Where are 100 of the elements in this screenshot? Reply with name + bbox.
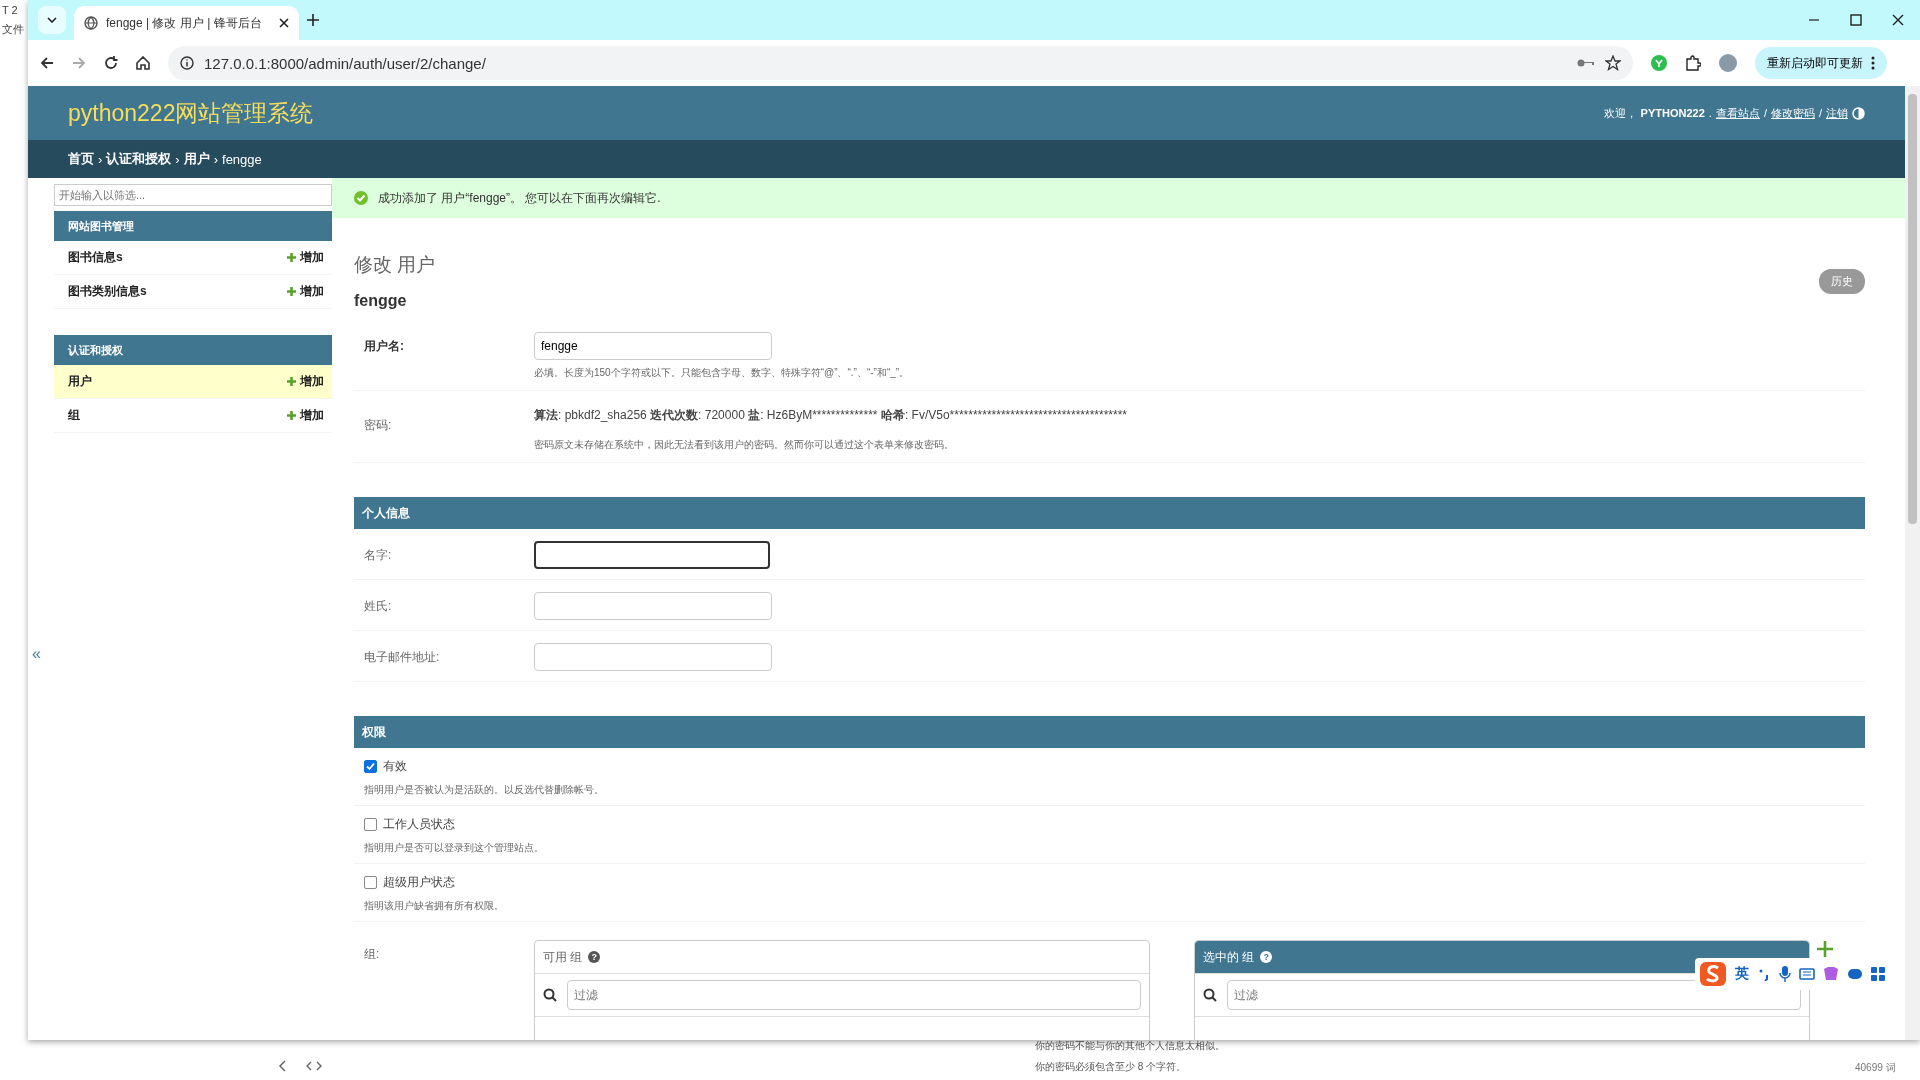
- help-icon[interactable]: ?: [1260, 951, 1273, 963]
- model-link[interactable]: 组: [68, 407, 80, 424]
- new-tab-icon[interactable]: [307, 14, 319, 26]
- field-label: 电子邮件地址:: [364, 649, 441, 666]
- back-icon[interactable]: [40, 56, 54, 70]
- panel-title: 可用 组: [543, 948, 583, 966]
- model-link[interactable]: 图书信息s: [68, 249, 123, 266]
- app-caption[interactable]: 网站图书管理: [54, 211, 332, 241]
- password-info: 算法: pbkdf2_sha256 迭代次数: 720000 盐: Hz6ByM************** 哈希: Fv/V5o**************************************: [534, 407, 1128, 424]
- close-icon[interactable]: [1892, 14, 1904, 26]
- message-text: 成功添加了 用户“fengge”。 您可以在下面再次编辑它.: [378, 189, 661, 207]
- separator-text: /: [1818, 107, 1822, 119]
- url-text: 127.0.0.1:8000/admin/auth/user/2/change/: [204, 54, 487, 72]
- home-icon[interactable]: [136, 56, 150, 70]
- microphone-icon[interactable]: [1779, 966, 1791, 982]
- ime-mode[interactable]: 英: [1735, 965, 1749, 983]
- reload-icon[interactable]: [104, 56, 118, 70]
- plus-icon: [286, 252, 297, 263]
- punctuation-icon[interactable]: [1757, 967, 1771, 981]
- scrollbar[interactable]: [1905, 86, 1920, 1040]
- help-text: 必填。长度为150个字符或以下。只能包含字母、数字、特殊字符“@”、“.”、“-”和“_”。: [534, 366, 910, 380]
- welcome-text: 欢迎，: [1603, 105, 1637, 121]
- collapse-sidebar-button[interactable]: «: [30, 644, 43, 664]
- puzzle-icon[interactable]: [1685, 55, 1701, 71]
- chevron-left-icon[interactable]: [278, 1060, 288, 1072]
- breadcrumb-link[interactable]: 认证和授权: [106, 150, 172, 168]
- profile-avatar[interactable]: [1719, 54, 1737, 72]
- user-tool-link[interactable]: 查看站点: [1715, 105, 1760, 121]
- grid-icon[interactable]: [1871, 967, 1885, 981]
- search-icon: [543, 988, 557, 1002]
- more-icon: [1871, 56, 1875, 70]
- checkbox-label[interactable]: 超级用户状态: [383, 874, 455, 891]
- field-label: 名字:: [364, 547, 393, 564]
- panel-title: 选中的 组: [1203, 948, 1255, 966]
- checkbox-label[interactable]: 工作人员状态: [383, 816, 455, 833]
- checkbox[interactable]: [364, 876, 377, 889]
- tab-list-button[interactable]: [38, 6, 66, 34]
- user-tool-link[interactable]: 修改密码: [1770, 105, 1815, 121]
- username-field[interactable]: fengge: [534, 332, 772, 360]
- breadcrumb-separator: ›: [175, 151, 180, 167]
- close-icon[interactable]: [279, 18, 289, 28]
- user-tool-link[interactable]: 注销: [1826, 105, 1848, 121]
- help-text: 密码原文未存储在系统中，因此无法看到该用户的密码。然而你可以通过这个表单来修改密码。: [534, 438, 955, 452]
- success-check-icon: [354, 191, 368, 205]
- hint-text: 你的密码必须包含至少 8 个字符。: [1035, 1060, 1187, 1074]
- checkbox[interactable]: [364, 760, 377, 773]
- help-text: 指明该用户缺省拥有所有权限。: [364, 899, 505, 913]
- help-text: 指明用户是否被认为是活跃的。以反选代替删除帐号。: [364, 783, 605, 797]
- checkbox[interactable]: [364, 818, 377, 831]
- fieldset-header: 权限: [354, 716, 1865, 748]
- help-icon[interactable]: ?: [588, 951, 601, 963]
- filter-field[interactable]: 过滤: [1227, 980, 1801, 1010]
- bookmark-star-icon[interactable]: [1605, 55, 1621, 71]
- separator-text: /: [1763, 107, 1767, 119]
- model-row[interactable]: 图书类别信息s 增加: [54, 275, 332, 309]
- model-row[interactable]: 组 增加: [54, 399, 332, 433]
- add-link[interactable]: 增加: [286, 407, 324, 424]
- model-link[interactable]: 图书类别信息s: [68, 283, 147, 300]
- plus-icon: [286, 410, 297, 421]
- update-button[interactable]: 重新启动即可更新: [1755, 47, 1887, 79]
- browser-tab[interactable]: fengge | 修改 用户 | 锋哥后台: [74, 6, 299, 40]
- model-row[interactable]: 图书信息s 增加: [54, 241, 332, 275]
- field-label: 密码:: [364, 417, 393, 434]
- maximize-icon[interactable]: [1850, 14, 1862, 26]
- add-link[interactable]: 增加: [286, 283, 324, 300]
- field-label: 姓氏:: [364, 598, 393, 615]
- keyboard-icon[interactable]: [1799, 968, 1815, 980]
- breadcrumb-link[interactable]: 用户: [183, 150, 210, 168]
- add-link[interactable]: 增加: [286, 249, 324, 266]
- search-icon: [1203, 988, 1217, 1002]
- key-icon[interactable]: [1577, 58, 1595, 68]
- desktop-label: T 2: [2, 4, 18, 16]
- site-title[interactable]: python222网站管理系统: [68, 97, 314, 129]
- field-label: 组:: [364, 946, 381, 963]
- globe-icon: [84, 16, 98, 30]
- theme-toggle-icon[interactable]: [1852, 106, 1865, 120]
- model-row[interactable]: 用户 增加: [54, 365, 332, 399]
- checkbox-label[interactable]: 有效: [383, 758, 407, 775]
- plus-icon: [286, 376, 297, 387]
- app-caption[interactable]: 认证和授权: [54, 335, 332, 365]
- ime-logo-icon[interactable]: [1699, 961, 1727, 987]
- text-field[interactable]: [534, 541, 770, 569]
- model-link[interactable]: 用户: [68, 373, 92, 390]
- hint-text: 你的密码不能与你的其他个人信息太相似。: [1035, 1039, 1225, 1053]
- tab-title: fengge | 修改 用户 | 锋哥后台: [106, 14, 263, 32]
- breadcrumb-current: fengge: [222, 151, 262, 167]
- word-count: 40699 词: [1855, 1061, 1896, 1075]
- sidebar-filter-field[interactable]: 开始输入以筛选...: [54, 184, 332, 206]
- add-link[interactable]: 增加: [286, 373, 324, 390]
- breadcrumb-separator: ›: [98, 151, 103, 167]
- code-icon[interactable]: [306, 1060, 322, 1072]
- info-icon[interactable]: [180, 56, 194, 70]
- filter-field[interactable]: 过滤: [567, 980, 1141, 1010]
- address-bar[interactable]: 127.0.0.1:8000/admin/auth/user/2/change/: [168, 46, 1633, 80]
- breadcrumb-link[interactable]: 首页: [68, 150, 94, 168]
- check-icon: [366, 762, 375, 771]
- plus-icon: [286, 286, 297, 297]
- chevron-down-icon[interactable]: [47, 17, 57, 23]
- field-label: 用户名:: [364, 338, 405, 355]
- help-text: 指明用户是否可以登录到这个管理站点。: [364, 841, 545, 855]
